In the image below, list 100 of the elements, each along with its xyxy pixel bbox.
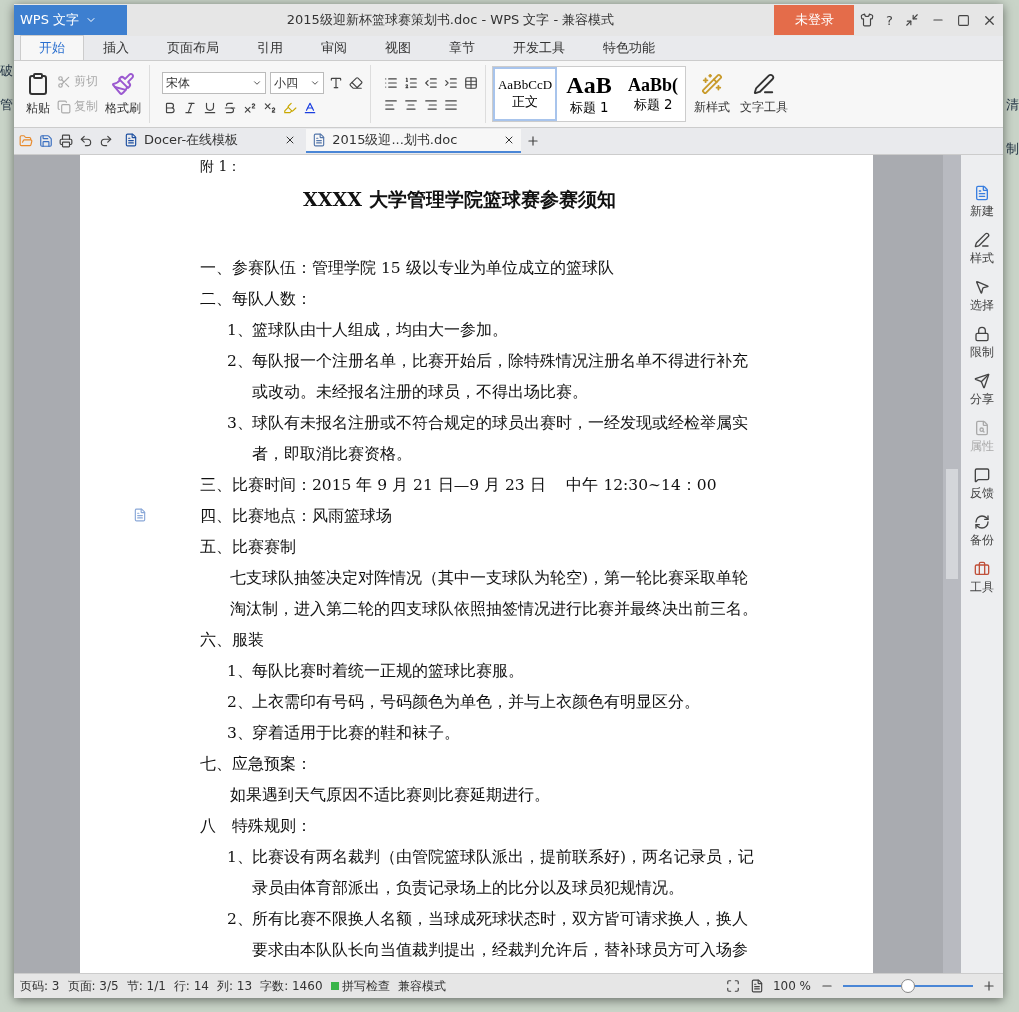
redo-icon[interactable] [99, 134, 113, 148]
font-size-field[interactable]: 小四 [270, 72, 324, 94]
desktop-text: 清 [1006, 96, 1019, 114]
align-right-icon[interactable] [424, 98, 438, 112]
align-left-icon[interactable] [384, 98, 398, 112]
document-text: 每队比赛时着统一正规的篮球比赛服。 [252, 661, 524, 682]
paintbrush-icon [111, 71, 135, 96]
list-number: 1、 [227, 320, 252, 341]
side-panel-button[interactable]: 备份 [970, 514, 994, 549]
vertical-scrollbar[interactable] [943, 155, 961, 973]
ribbon-tab[interactable]: 开始 [20, 35, 84, 60]
ribbon-tab[interactable]: 引用 [238, 35, 302, 60]
paste-button[interactable]: 粘贴 [24, 69, 52, 119]
status-text: 页码: 3 [20, 977, 60, 995]
magic-wand-icon [701, 72, 723, 95]
align-center-icon[interactable] [404, 98, 418, 112]
document-text: 七支球队抽签决定对阵情况（其中一支球队为轮空)，第一轮比赛采取单轮淘汰制，进入第二轮的四支球队依照抽签情况进行比赛并最终决出前三名。 [229, 568, 759, 620]
side-panel-button[interactable]: 新建 [970, 185, 994, 220]
side-panel-button[interactable]: 反馈 [970, 467, 994, 502]
shirt-icon[interactable] [860, 13, 875, 27]
maximize-icon[interactable] [957, 13, 970, 27]
undo-icon[interactable] [79, 134, 93, 148]
document-text: 八 特殊规则： [200, 817, 312, 835]
side-panel-button[interactable]: 选择 [970, 279, 994, 314]
side-panel-button[interactable]: 工具 [970, 561, 994, 596]
font-color-icon[interactable] [303, 101, 317, 115]
list-number: 2、 [227, 692, 252, 713]
clipboard-icon [26, 71, 50, 96]
document-text: 每队报一个注册名单，比赛开始后，除特殊情况注册名单不得进行补充或改动。未经报名注册的球员，不得出场比赛。 [252, 351, 749, 403]
ribbon-tab[interactable]: 审阅 [302, 35, 366, 60]
spell-check-button[interactable]: 拼写检查 [330, 977, 390, 995]
copy-icon [57, 99, 71, 114]
ribbon-tab[interactable]: 开发工具 [494, 35, 584, 60]
document-text: 如果遇到天气原因不适比赛则比赛延期进行。 [229, 785, 551, 806]
grow-font-icon[interactable] [329, 76, 343, 90]
caret-icon [310, 78, 320, 88]
ribbon-tab[interactable]: 插入 [84, 35, 148, 60]
document-text: 比赛设有两名裁判（由管院篮球队派出，提前联系好)，两名记录员，记录员由体育部派出，负责记录场上的比分以及球员犯规情况。 [252, 847, 756, 899]
text-tools-button[interactable]: 文字工具 [738, 70, 790, 118]
side-panel-button[interactable]: 样式 [970, 232, 994, 267]
bold-icon[interactable] [163, 101, 177, 115]
zoom-in-icon[interactable] [982, 979, 996, 993]
document-text: 一、参赛队伍：管理学院 15 级以专业为单位成立的篮球队 [200, 259, 614, 277]
bullet-list-icon[interactable] [384, 76, 398, 90]
scissors-icon [57, 74, 71, 89]
list-number: 1、 [227, 847, 252, 868]
table-icon[interactable] [464, 76, 478, 90]
eraser-icon[interactable] [349, 76, 363, 90]
document-text: 穿着适用于比赛的鞋和袜子。 [252, 723, 460, 744]
desktop-text: 制 [1006, 140, 1019, 158]
side-panel-button[interactable]: 分享 [970, 373, 994, 408]
desktop-text: 破 [0, 62, 13, 80]
collapse-icon[interactable] [905, 13, 919, 27]
list-number: 3、 [227, 723, 252, 744]
document-tab[interactable]: 2015级迎...划书.doc [306, 129, 522, 153]
speech-bubble-icon [974, 467, 990, 483]
document-text: 六、服装 [200, 631, 264, 649]
status-text: 兼容模式 [397, 977, 446, 995]
document-text: 所有比赛不限换人名额，当球成死球状态时，双方皆可请求换人，换人要求由本队队长向当值裁判提出，经裁判允许后，替补球员方可入场参 [252, 909, 749, 961]
page-view-icon[interactable] [749, 979, 764, 993]
style-option[interactable]: AaBbCcD 正文 [493, 67, 557, 121]
toolbox-icon [974, 561, 990, 577]
fullscreen-icon[interactable] [725, 979, 740, 993]
pen-icon [974, 232, 990, 248]
paper-plane-icon [974, 373, 990, 389]
side-panel-button[interactable]: 限制 [970, 326, 994, 361]
print-icon[interactable] [59, 134, 73, 148]
strikethrough-icon[interactable] [223, 101, 237, 115]
format-painter-button[interactable]: 格式刷 [103, 69, 143, 119]
subscript-icon[interactable] [263, 101, 277, 115]
font-name-field[interactable]: 宋体 [162, 72, 266, 94]
document-icon [312, 133, 327, 147]
indent-decrease-icon[interactable] [424, 76, 438, 90]
indent-increase-icon[interactable] [444, 76, 458, 90]
ribbon-tab[interactable]: 章节 [430, 35, 494, 60]
numbered-list-icon[interactable] [404, 76, 418, 90]
list-number: 2、 [227, 351, 252, 372]
pen-icon [753, 72, 775, 95]
ribbon-tab[interactable]: 页面布局 [148, 35, 238, 60]
document-text: 七、应急预案： [200, 755, 312, 773]
paragraph-marker-icon[interactable] [133, 508, 147, 522]
justify-icon[interactable] [444, 98, 458, 112]
underline-icon[interactable] [203, 101, 217, 115]
document-text: 附 1： [200, 157, 243, 175]
ribbon-tab[interactable]: 特色功能 [584, 35, 674, 60]
save-icon[interactable] [39, 134, 53, 148]
slider-thumb[interactable] [901, 979, 915, 993]
document-tab[interactable]: Docer-在线模板 [118, 129, 303, 153]
superscript-icon[interactable] [243, 101, 257, 115]
help-button[interactable]: ? [886, 12, 893, 28]
status-text: 字数: 1460 [260, 977, 323, 995]
new-tab-icon[interactable] [526, 134, 541, 148]
new-style-button[interactable]: 新样式 [692, 70, 732, 118]
document-search-icon [974, 420, 990, 436]
document-text: 五、比赛赛制 [200, 538, 296, 556]
app-menu-button[interactable]: WPS 文字 [14, 5, 127, 35]
list-number: 3、 [227, 413, 252, 434]
lock-icon [974, 326, 990, 342]
italic-icon[interactable] [183, 101, 197, 115]
ribbon-tab[interactable]: 视图 [366, 35, 430, 60]
